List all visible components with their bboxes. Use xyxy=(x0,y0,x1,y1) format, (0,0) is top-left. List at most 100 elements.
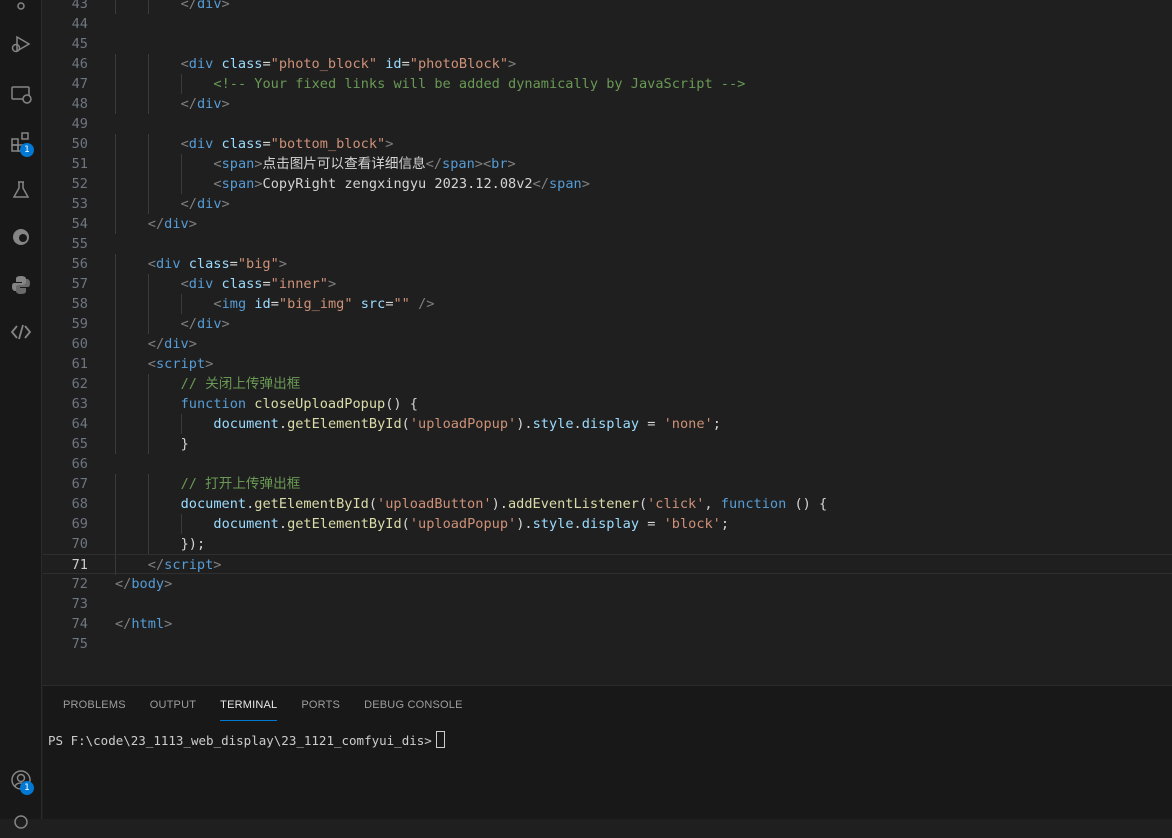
tab-output[interactable]: OUTPUT xyxy=(150,698,196,720)
line-number: 57 xyxy=(71,276,88,292)
code-token: style xyxy=(532,416,574,432)
code-token: id xyxy=(254,296,271,312)
code-token: function xyxy=(720,496,787,512)
indent-guide xyxy=(180,154,182,174)
indent-guide xyxy=(115,134,116,154)
indent-guide xyxy=(147,294,149,314)
code-line[interactable]: 69 document.getElementById('uploadPopup')… xyxy=(43,514,1172,534)
tab-terminal[interactable]: TERMINAL xyxy=(220,698,278,721)
live-share-icon[interactable] xyxy=(0,316,42,348)
code-text: document.getElementById('uploadPopup').s… xyxy=(213,514,729,534)
code-token: class xyxy=(188,256,230,272)
extensions-badge: 1 xyxy=(20,143,34,157)
code-editor[interactable]: 43 </div> 44 45 46 <div class="photo_block" i… xyxy=(43,0,1172,685)
tab-problems[interactable]: PROBLEMS xyxy=(63,698,126,720)
code-text: // 打开上传弹出框 xyxy=(181,474,301,494)
run-debug-icon[interactable] xyxy=(0,28,42,60)
code-text: document.getElementById('uploadButton').… xyxy=(181,494,828,514)
code-token: > xyxy=(188,216,197,232)
indent-guide xyxy=(115,54,116,74)
indent-guide xyxy=(115,414,116,434)
code-token: < xyxy=(147,356,156,372)
code-line[interactable]: 43 </div> xyxy=(43,0,1172,14)
line-number: 73 xyxy=(71,596,88,612)
code-line[interactable]: 45 xyxy=(43,34,1172,54)
code-line[interactable]: 54 </div> xyxy=(43,214,1172,234)
indent-guide xyxy=(115,194,116,214)
code-line[interactable]: 58 <img id="big_img" src="" /> xyxy=(43,294,1172,314)
code-token: = xyxy=(262,276,271,292)
testing-flask-icon[interactable] xyxy=(0,174,42,206)
code-line[interactable]: 72 </body> xyxy=(43,574,1172,594)
code-line[interactable]: 64 document.getElementById('uploadPopup')… xyxy=(43,414,1172,434)
indent-guide xyxy=(147,394,149,414)
source-control-icon[interactable] xyxy=(0,0,42,20)
indent-guide xyxy=(115,274,116,294)
code-line[interactable]: 71 </script> xyxy=(43,554,1172,575)
python-icon[interactable] xyxy=(0,269,42,301)
code-text: </div> xyxy=(181,194,230,214)
code-text: </div> xyxy=(148,334,197,354)
tab-ports[interactable]: PORTS xyxy=(301,698,340,720)
code-line[interactable]: 73 xyxy=(43,594,1172,614)
remote-explorer-icon[interactable] xyxy=(0,78,42,110)
code-line[interactable]: 60 </div> xyxy=(43,334,1172,354)
line-number: 64 xyxy=(71,416,88,432)
code-line[interactable]: 46 <div class="photo_block" id="photoBloc… xyxy=(43,54,1172,74)
code-token: > xyxy=(205,356,214,372)
code-token: ( xyxy=(401,516,410,532)
code-line[interactable]: 59 </div> xyxy=(43,314,1172,334)
code-text: <span>点击图片可以查看详细信息</span><br> xyxy=(213,154,515,174)
code-line[interactable]: 50 <div class="bottom_block"> xyxy=(43,134,1172,154)
code-line[interactable]: 61 <script> xyxy=(43,354,1172,374)
code-line[interactable]: 65} xyxy=(43,434,1172,454)
line-number: 65 xyxy=(71,436,88,452)
indent-guide xyxy=(115,314,116,334)
code-text: </div> xyxy=(181,314,230,334)
code-token: > xyxy=(327,276,337,292)
code-line[interactable]: 52 <span>CopyRight zengxingyu 2023.12.08v… xyxy=(43,174,1172,194)
code-line[interactable]: 48 </div> xyxy=(43,94,1172,114)
edge-icon[interactable] xyxy=(0,221,42,253)
code-token: img xyxy=(221,296,247,312)
line-number: 50 xyxy=(71,136,88,152)
code-token: ; xyxy=(720,516,730,532)
code-token: 'block' xyxy=(663,516,721,532)
code-line[interactable]: 56 <div class="big"> xyxy=(43,254,1172,274)
code-line[interactable]: 57 <div class="inner"> xyxy=(43,274,1172,294)
code-line[interactable]: 62 // 关闭上传弹出框 xyxy=(43,374,1172,394)
line-number: 49 xyxy=(71,116,88,132)
code-text: <div class="big"> xyxy=(148,254,287,274)
code-token: = xyxy=(229,256,238,272)
code-token: span xyxy=(442,156,475,172)
code-line[interactable]: 47 <!-- Your fixed links will be added dy… xyxy=(43,74,1172,94)
code-text: </div> xyxy=(148,214,197,234)
code-token: document xyxy=(213,516,279,532)
code-token: div xyxy=(196,0,222,12)
code-text: <script> xyxy=(148,354,213,374)
code-token: </ xyxy=(115,576,132,592)
code-line[interactable]: 53 </div> xyxy=(43,194,1172,214)
code-line[interactable]: 68 document.getElementById('uploadButton'… xyxy=(43,494,1172,514)
code-token: 'uploadButton' xyxy=(377,496,492,512)
code-token: } xyxy=(180,436,189,452)
code-line[interactable]: 67 // 打开上传弹出框 xyxy=(43,474,1172,494)
line-number: 43 xyxy=(71,0,88,12)
code-line[interactable]: 75 xyxy=(43,634,1172,654)
settings-gear-icon[interactable] xyxy=(0,806,42,838)
indent-guide xyxy=(147,54,149,74)
indent-guide xyxy=(147,274,149,294)
code-line[interactable]: 70}); xyxy=(43,534,1172,554)
code-line[interactable]: 44 xyxy=(43,14,1172,34)
code-line[interactable]: 51 <span>点击图片可以查看详细信息</span><br> xyxy=(43,154,1172,174)
terminal[interactable]: PS F:\code\23_1113_web_display\23_1121_c… xyxy=(48,731,445,750)
code-line[interactable]: 74 </html> xyxy=(43,614,1172,634)
code-line[interactable]: 66 xyxy=(43,454,1172,474)
code-line[interactable]: 63 function closeUploadPopup() { xyxy=(43,394,1172,414)
code-line[interactable]: 55 xyxy=(43,234,1172,254)
tab-debug-console[interactable]: DEBUG CONSOLE xyxy=(364,698,463,720)
code-token: > xyxy=(164,616,173,632)
code-line[interactable]: 49 xyxy=(43,114,1172,134)
line-number: 48 xyxy=(71,96,88,112)
code-token: () { xyxy=(385,396,418,412)
